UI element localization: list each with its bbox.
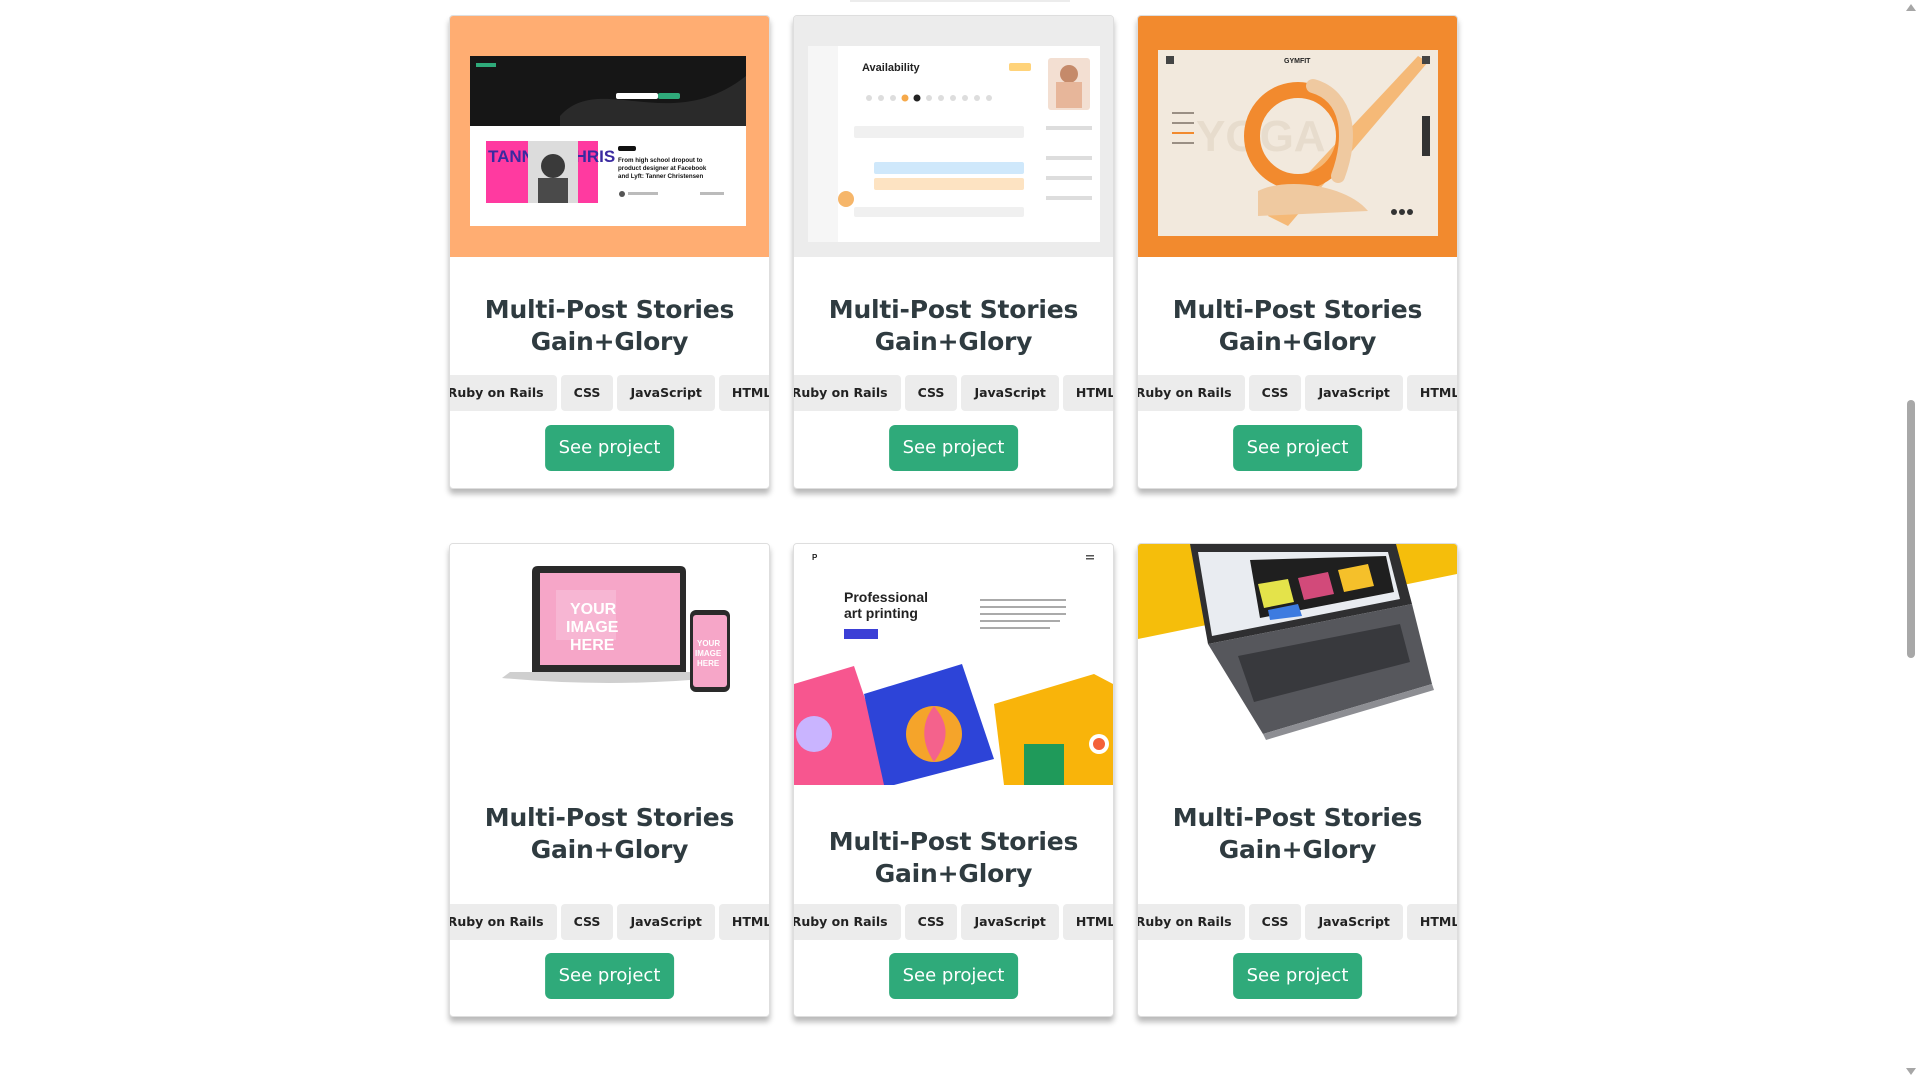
tag: Ruby on Rails: [794, 904, 901, 940]
see-project-button[interactable]: See project: [544, 425, 675, 471]
tag: CSS: [560, 375, 614, 411]
svg-text:P: P: [812, 553, 818, 562]
see-project-button[interactable]: See project: [888, 953, 1019, 999]
tag-list: Ruby on Rails CSS JavaScript HTML: [794, 904, 1113, 940]
project-card: YOGA GYMFIT Multi-Post Stories Gain+Glor…: [1137, 15, 1458, 489]
tag: JavaScript: [1305, 375, 1403, 411]
tag: Ruby on Rails: [1138, 904, 1245, 940]
tag: CSS: [1248, 375, 1302, 411]
project-title: Multi-Post Stories Gain+Glory: [1172, 803, 1423, 864]
tag-list: Ruby on Rails CSS JavaScript HTML: [1138, 904, 1457, 940]
project-card: Multi-Post Stories Gain+Glory Ruby on Ra…: [1137, 543, 1458, 1017]
vertical-scrollbar[interactable]: [1902, 0, 1920, 1080]
project-title: Multi-Post Stories Gain+Glory: [1172, 295, 1423, 356]
svg-text:From high school dropout to: From high school dropout to: [618, 157, 703, 164]
project-card: Availability Multi-Post Stories Gain+Glo…: [793, 15, 1114, 489]
svg-text:GYMFIT: GYMFIT: [1284, 58, 1311, 65]
tag: Ruby on Rails: [450, 375, 557, 411]
tag: HTML: [718, 375, 769, 411]
project-title: Multi-Post Stories Gain+Glory: [484, 803, 735, 864]
tag: CSS: [904, 375, 958, 411]
svg-text:YOUR: YOUR: [570, 601, 617, 618]
svg-text:Availability: Availability: [862, 62, 921, 74]
tag: Ruby on Rails: [1138, 375, 1245, 411]
tag: HTML: [1406, 375, 1457, 411]
tag-list: Ruby on Rails CSS JavaScript HTML: [450, 375, 769, 411]
project-preview-image: TANNER CHRIS From high school dropout to…: [450, 16, 769, 257]
project-preview-image: Availability: [794, 16, 1113, 257]
section-divider: [850, 0, 1070, 2]
project-preview-image: [1138, 544, 1457, 785]
tag: JavaScript: [617, 375, 715, 411]
svg-text:and Lyft: Tanner Christensen: and Lyft: Tanner Christensen: [618, 173, 703, 180]
tag: HTML: [1406, 904, 1457, 940]
tag: CSS: [560, 904, 614, 940]
svg-text:HERE: HERE: [570, 637, 615, 654]
project-card: P Professional art printing Multi-Post S…: [793, 543, 1114, 1017]
project-preview-image: YOGA GYMFIT: [1138, 16, 1457, 257]
scroll-down-arrow-icon[interactable]: [1906, 1068, 1916, 1075]
project-preview-image: YOUR IMAGE HERE YOUR IMAGE HERE: [450, 544, 769, 785]
svg-text:YOUR: YOUR: [697, 639, 720, 648]
project-preview-image: P Professional art printing: [794, 544, 1113, 785]
scroll-up-arrow-icon[interactable]: [1906, 4, 1916, 11]
project-card: YOUR IMAGE HERE YOUR IMAGE HERE Multi-Po…: [449, 543, 770, 1017]
see-project-button[interactable]: See project: [544, 953, 675, 999]
tag: CSS: [1248, 904, 1302, 940]
see-project-button[interactable]: See project: [888, 425, 1019, 471]
tag: CSS: [904, 904, 958, 940]
scrollbar-thumb[interactable]: [1907, 400, 1915, 658]
tag: HTML: [1062, 375, 1113, 411]
svg-text:IMAGE: IMAGE: [695, 649, 722, 658]
tag: JavaScript: [961, 375, 1059, 411]
project-title: Multi-Post Stories Gain+Glory: [484, 295, 735, 356]
tag: JavaScript: [961, 904, 1059, 940]
tag-list: Ruby on Rails CSS JavaScript HTML: [794, 375, 1113, 411]
svg-text:HERE: HERE: [697, 659, 720, 668]
tag-list: Ruby on Rails CSS JavaScript HTML: [450, 904, 769, 940]
svg-text:Professional: Professional: [844, 589, 928, 605]
tag: Ruby on Rails: [794, 375, 901, 411]
tag: HTML: [1062, 904, 1113, 940]
tag-list: Ruby on Rails CSS JavaScript HTML: [1138, 375, 1457, 411]
tag: JavaScript: [617, 904, 715, 940]
svg-text:IMAGE: IMAGE: [566, 619, 619, 636]
svg-text:art printing: art printing: [844, 605, 918, 621]
projects-page: TANNER CHRIS From high school dropout to…: [0, 0, 1920, 1080]
svg-text:product designer at Facebook: product designer at Facebook: [618, 165, 707, 172]
project-title: Multi-Post Stories Gain+Glory: [828, 827, 1079, 888]
see-project-button[interactable]: See project: [1232, 953, 1363, 999]
tag: JavaScript: [1305, 904, 1403, 940]
project-card: TANNER CHRIS From high school dropout to…: [449, 15, 770, 489]
project-title: Multi-Post Stories Gain+Glory: [828, 295, 1079, 356]
tag: Ruby on Rails: [450, 904, 557, 940]
tag: HTML: [718, 904, 769, 940]
see-project-button[interactable]: See project: [1232, 425, 1363, 471]
